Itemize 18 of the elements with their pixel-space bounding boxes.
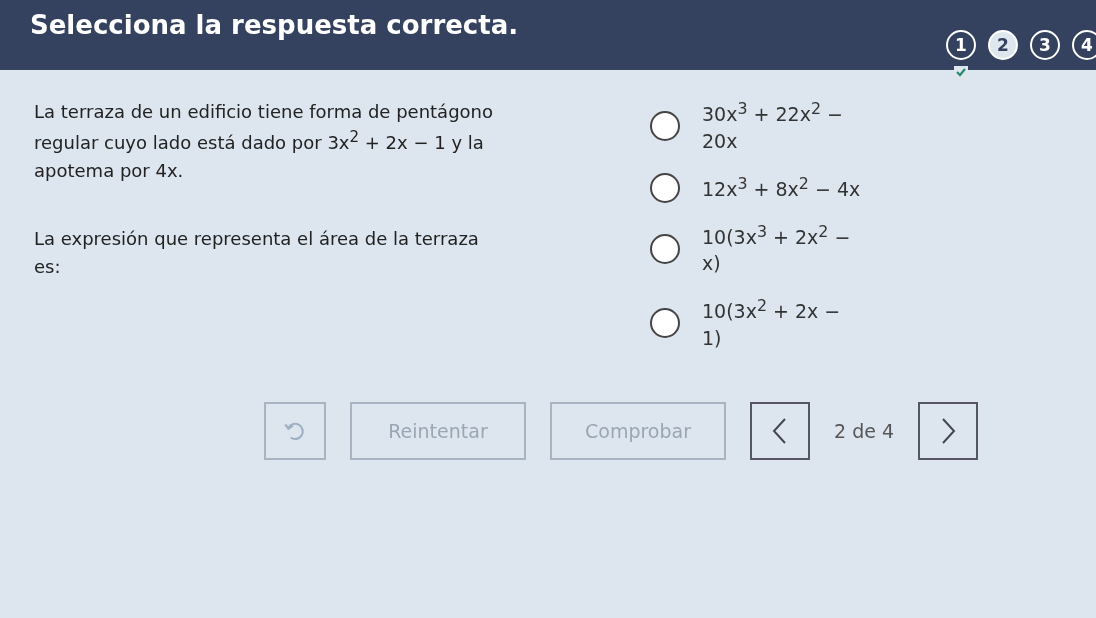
previous-button[interactable] [750, 401, 810, 460]
page-counter: 2 de 4 [834, 419, 894, 442]
answer-option: 10(3x$^{2}$ + 2x − 1) [702, 295, 862, 352]
step-indicator[interactable]: 3 [1030, 30, 1060, 60]
instruction-title: Selecciona la respuesta correcta. [30, 10, 519, 40]
radio-button[interactable] [650, 233, 680, 264]
radio-button[interactable] [650, 308, 680, 339]
step-indicator[interactable]: 4 [1072, 30, 1096, 60]
question-text: La terraza de un edificio tiene forma de pentágono regular cuyo lado está dado por 3x$^{2}$ + 2x − 1 y la apotema por 4x. [34, 100, 494, 183]
question-text: La expresión que representa el área de la terraza es: [34, 226, 480, 279]
step-indicator[interactable]: 1 [946, 30, 976, 60]
answer-option: 10(3x$^{3}$ + 2x$^{2}$ − x) [702, 220, 862, 278]
step-indicator[interactable]: 2 [988, 30, 1018, 60]
answer-option: 30x$^{3}$ + 22x$^{2}$ − 20x [702, 98, 862, 155]
radio-button[interactable] [650, 111, 680, 142]
next-button[interactable] [918, 401, 978, 460]
answer-option: 12x$^{3}$ + 8x$^{2}$ − 4x [702, 172, 862, 203]
radio-button[interactable] [650, 172, 680, 203]
